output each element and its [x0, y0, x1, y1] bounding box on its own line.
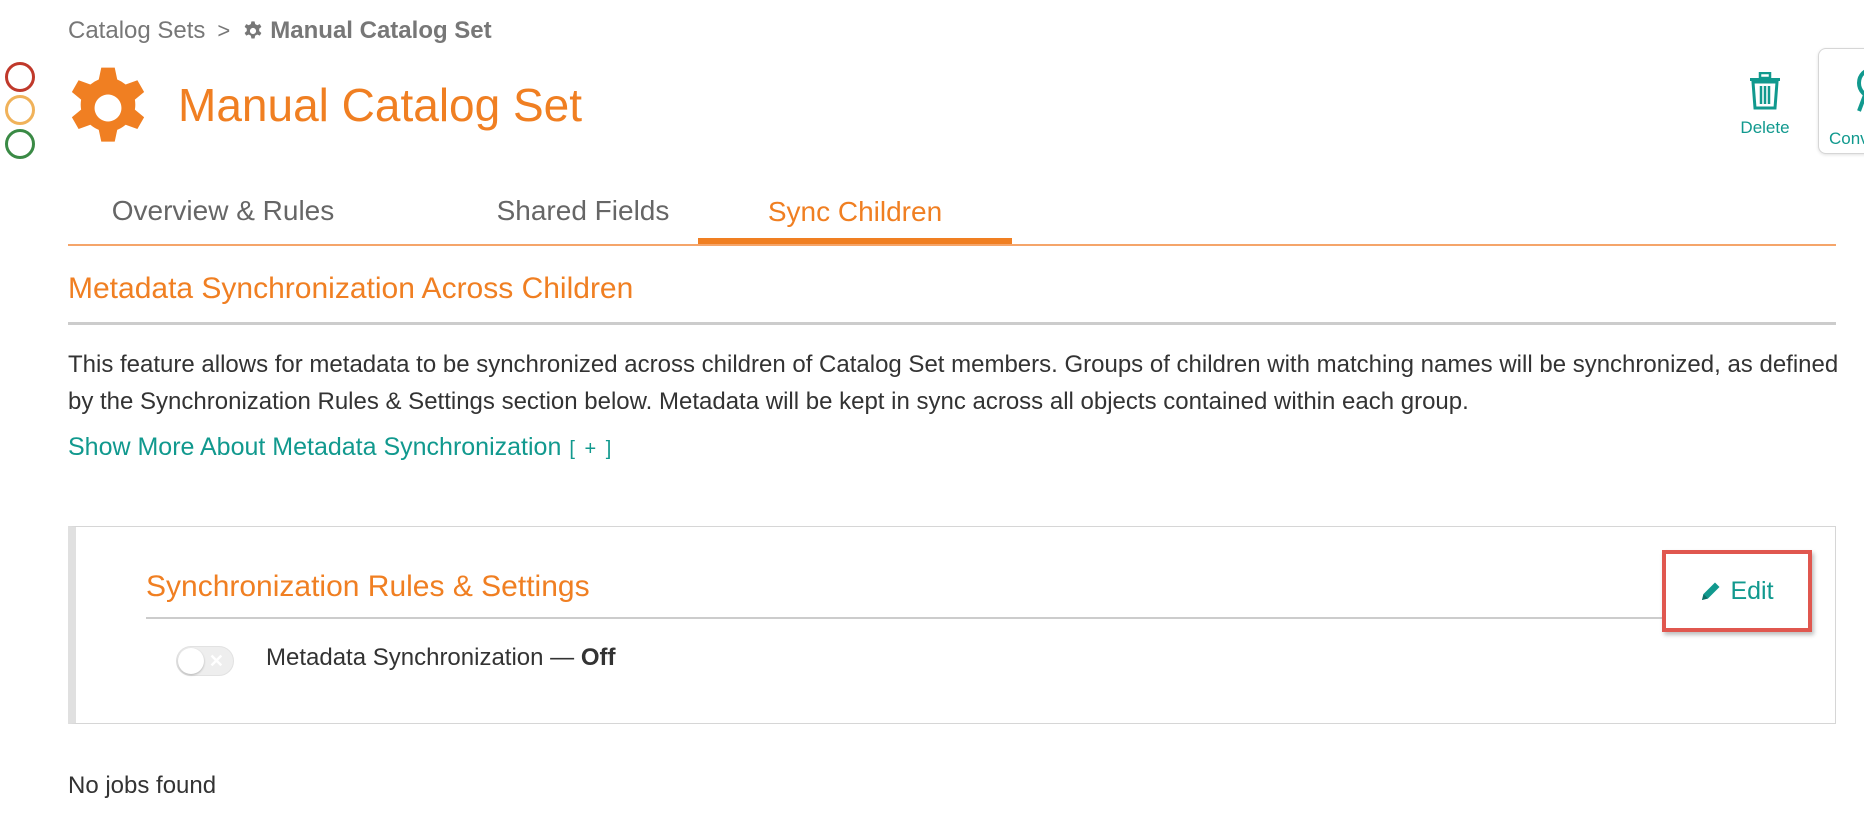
- tab-shared-fields[interactable]: Shared Fields: [428, 180, 738, 242]
- section-description: This feature allows for metadata to be s…: [68, 351, 1839, 415]
- delete-button-label: Delete: [1740, 118, 1790, 137]
- breadcrumb-separator: >: [217, 18, 231, 43]
- expand-toggle: [ + ]: [569, 438, 614, 460]
- tab-sync-children[interactable]: Sync Children: [698, 180, 1012, 244]
- sync-settings-card: [68, 526, 1836, 724]
- section-title: Metadata Synchronization Across Children: [68, 272, 1836, 325]
- page-title: Manual Catalog Set: [178, 79, 583, 131]
- metadata-sync-status: Metadata Synchronization — Off: [266, 644, 616, 672]
- status-circle-green: [5, 129, 35, 159]
- convert-button[interactable]: Conv: [1818, 48, 1864, 154]
- sync-label-text: Metadata Synchronization: [266, 644, 544, 671]
- tab-overview-rules[interactable]: Overview & Rules: [68, 180, 378, 242]
- sync-state-value: Off: [580, 644, 616, 671]
- jobs-empty-message: No jobs found: [68, 772, 217, 799]
- card-divider: [146, 617, 1762, 619]
- show-more-link[interactable]: Show More About Metadata Synchronization…: [68, 433, 613, 462]
- convert-button-label: Conv: [1829, 129, 1864, 148]
- breadcrumb-parent-link[interactable]: Catalog Sets: [68, 17, 205, 45]
- card-title: Synchronization Rules & Settings: [146, 570, 590, 603]
- tab-bar: Overview & Rules Shared Fields Sync Chil…: [68, 180, 1836, 246]
- catalog-set-gear-icon: [71, 67, 145, 142]
- breadcrumb-current-label: Manual Catalog Set: [270, 17, 492, 44]
- edit-button[interactable]: Edit: [1662, 550, 1812, 632]
- breadcrumb: Catalog Sets > Manual Catalog Set: [68, 14, 492, 48]
- delete-button[interactable]: Delete: [1724, 72, 1806, 150]
- trash-icon: [1750, 72, 1780, 110]
- breadcrumb-current: Manual Catalog Set: [242, 17, 492, 45]
- toggle-off-icon: ✕: [208, 651, 224, 671]
- metadata-sync-toggle[interactable]: ✕: [176, 646, 234, 676]
- convert-icon: [1857, 69, 1864, 112]
- status-circle-yellow: [5, 95, 35, 125]
- show-more-label: Show More About Metadata Synchronization: [68, 433, 562, 461]
- edit-button-label: Edit: [1730, 576, 1774, 605]
- toggle-knob: [178, 648, 204, 674]
- gear-icon: [244, 21, 262, 39]
- pencil-icon: [1702, 582, 1720, 600]
- status-circle-red: [5, 62, 35, 92]
- sync-label-dash: —: [550, 644, 575, 671]
